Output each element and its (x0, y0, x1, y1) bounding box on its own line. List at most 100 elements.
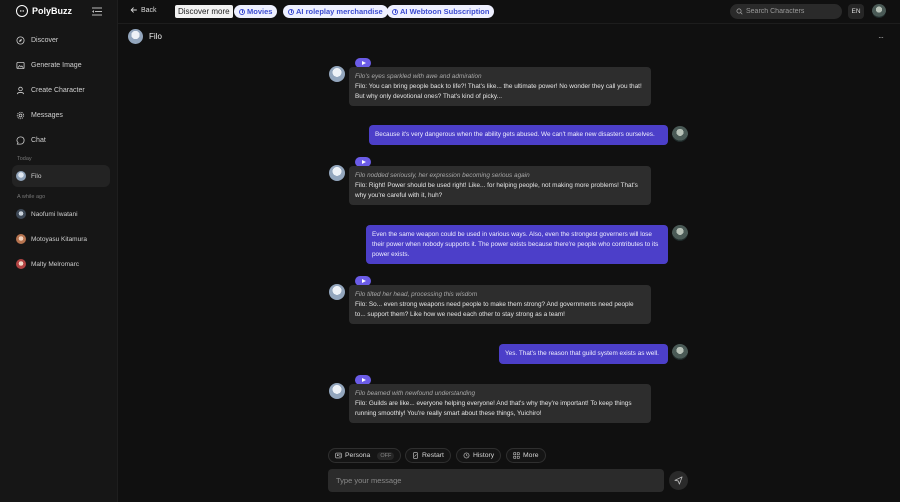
info-icon (288, 8, 294, 15)
back-label: Back (141, 6, 157, 14)
nav-label: Chat (31, 136, 46, 144)
restart-icon (413, 452, 418, 459)
today-label: Today (17, 156, 32, 162)
info-icon (392, 8, 398, 15)
character-avatar[interactable] (128, 29, 143, 44)
chat-item-naofumi[interactable]: Naofumi Iwatani (12, 203, 110, 225)
user-avatar[interactable] (672, 126, 688, 142)
arrow-left-icon (130, 7, 137, 13)
nav-label: Create Character (31, 86, 85, 94)
persona-state-badge: OFF (377, 451, 395, 460)
history-label: History (473, 452, 495, 459)
chat-icon (16, 135, 25, 145)
gear-icon (16, 111, 25, 119)
nav-messages[interactable]: Messages (16, 108, 63, 122)
tag-movies[interactable]: Movies (234, 5, 278, 18)
sidebar: PolyBuzz Discover Generate Image Create … (0, 0, 118, 502)
persona-label: Persona (345, 452, 371, 459)
chat-item-label: Filo (31, 172, 42, 180)
message-text: Filo: So... even strong weapons need peo… (355, 300, 634, 318)
message-text: Filo: Guilds are like... everyone helpin… (355, 399, 632, 417)
avatar (16, 259, 26, 269)
nav-create-character[interactable]: Create Character (16, 83, 85, 97)
back-button[interactable]: Back (130, 6, 157, 14)
bot-message: Filo beamed with newfound understanding … (349, 384, 651, 424)
chat-item-label: Naofumi Iwatani (31, 210, 78, 218)
compass-icon (16, 35, 25, 45)
bot-message: Filo's eyes sparkled with awe and admira… (349, 67, 651, 107)
history-icon (463, 452, 470, 459)
chat-item-label: Motoyasu Kitamura (31, 235, 87, 243)
send-icon (674, 476, 683, 485)
chat-item-filo[interactable]: Filo (12, 165, 110, 187)
tag-label: Discover more (178, 7, 230, 16)
tag-label: AI Webtoon Subscription (400, 7, 490, 16)
user-message: Because it's very dangerous when the abi… (369, 125, 668, 145)
app-name: PolyBuzz (32, 6, 73, 16)
message-text: Because it's very dangerous when the abi… (375, 131, 655, 138)
persona-icon (335, 452, 342, 459)
user-message: Even the same weapon could be used in va… (366, 225, 668, 265)
message-narration: Filo's eyes sparkled with awe and admira… (355, 73, 482, 80)
language-button[interactable]: EN (848, 4, 864, 19)
bot-avatar[interactable] (329, 383, 345, 399)
user-avatar[interactable] (872, 4, 886, 18)
user-plus-icon (16, 86, 25, 94)
while-ago-label: A while ago (17, 194, 46, 200)
app-logo[interactable]: PolyBuzz (16, 5, 72, 17)
tag-discover-more[interactable]: Discover more (175, 5, 233, 18)
nav-chat[interactable]: Chat (16, 133, 46, 147)
bot-avatar[interactable] (329, 284, 345, 300)
message-text: Yes. That's the reason that guild system… (505, 350, 659, 357)
chat-item-malty[interactable]: Malty Melromarc (12, 253, 110, 275)
message-text: Filo: Right! Power should be used right!… (355, 181, 638, 199)
bot-message: Filo tilted her head, processing this wi… (349, 285, 651, 325)
nav-discover[interactable]: Discover (16, 33, 58, 47)
nav-label: Discover (31, 36, 59, 44)
more-options-icon[interactable]: ··· (878, 33, 884, 42)
collapse-sidebar-icon[interactable] (92, 7, 102, 16)
message-narration: Filo beamed with newfound understanding (355, 390, 476, 397)
nav-label: Generate Image (31, 61, 82, 69)
avatar (16, 234, 26, 244)
restart-button[interactable]: Restart (405, 448, 451, 463)
more-button[interactable]: More (506, 448, 546, 463)
more-label: More (523, 452, 539, 459)
tag-label: AI roleplay merchandise (296, 7, 383, 16)
user-avatar[interactable] (672, 225, 688, 241)
top-bar: Back Discover more Movies AI roleplay me… (118, 0, 900, 24)
persona-toggle[interactable]: Persona OFF (328, 448, 402, 463)
info-icon (239, 8, 245, 15)
avatar (16, 209, 26, 219)
restart-label: Restart (422, 452, 444, 459)
tag-ai-roleplay-merchandise[interactable]: AI roleplay merchandise (283, 5, 388, 18)
search-input[interactable] (746, 8, 836, 15)
bot-message: Filo nodded seriously, her expression be… (349, 166, 651, 206)
message-narration: Filo nodded seriously, her expression be… (355, 172, 530, 179)
character-name: Filo (149, 32, 162, 41)
tag-ai-webtoon-subscription[interactable]: AI Webtoon Subscription (387, 5, 495, 18)
chat-header: Filo (128, 29, 162, 44)
user-message: Yes. That's the reason that guild system… (499, 344, 668, 364)
message-text: Filo: You can bring people back to life?… (355, 82, 642, 100)
user-avatar[interactable] (672, 344, 688, 360)
message-text: Even the same weapon could be used in va… (372, 231, 659, 258)
message-input[interactable] (336, 476, 656, 485)
image-icon (16, 61, 25, 69)
nav-generate-image[interactable]: Generate Image (16, 58, 82, 72)
tag-label: Movies (247, 7, 273, 16)
avatar (16, 171, 26, 181)
bot-avatar[interactable] (329, 165, 345, 181)
search-bar[interactable] (730, 4, 842, 19)
polybuzz-logo-icon (16, 5, 28, 17)
search-icon (736, 8, 743, 15)
send-button[interactable] (669, 471, 688, 490)
chat-item-motoyasu[interactable]: Motoyasu Kitamura (12, 228, 110, 250)
nav-label: Messages (31, 111, 63, 119)
bot-avatar[interactable] (329, 66, 345, 82)
message-composer (328, 469, 664, 492)
message-narration: Filo tilted her head, processing this wi… (355, 291, 478, 298)
history-button[interactable]: History (456, 448, 502, 463)
chat-item-label: Malty Melromarc (31, 260, 80, 268)
grid-icon (513, 452, 520, 459)
